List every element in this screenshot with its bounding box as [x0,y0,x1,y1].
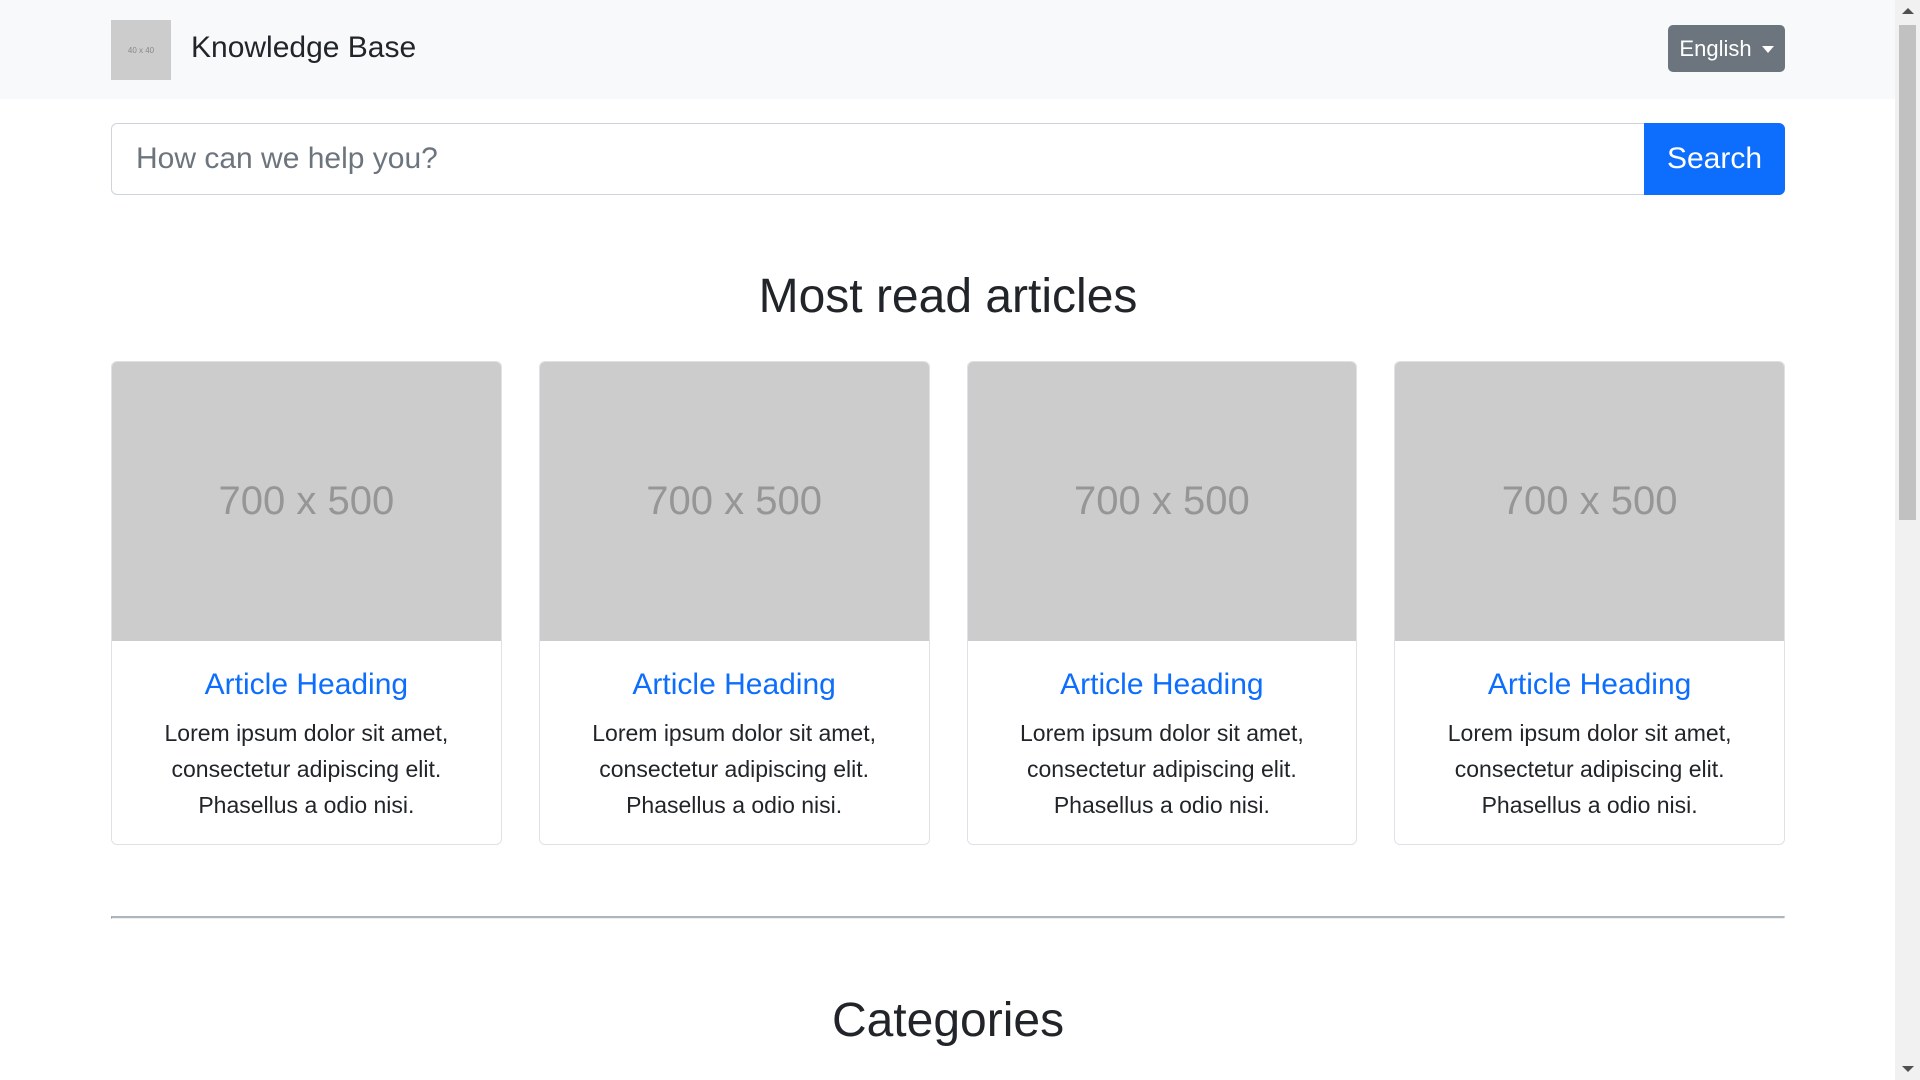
article-card-body: Article Heading Lorem ipsum dolor sit am… [1395,641,1784,823]
article-heading-link[interactable]: Article Heading [556,665,913,705]
search-input[interactable] [111,123,1644,195]
article-card-body: Article Heading Lorem ipsum dolor sit am… [112,641,501,823]
article-card[interactable]: 700 x 500 Article Heading Lorem ipsum do… [538,361,930,845]
article-image-placeholder: 700 x 500 [112,362,501,641]
navbar: 40 x 40 Knowledge Base English [0,0,1895,99]
brand-name[interactable]: Knowledge Base [191,28,416,68]
categories-heading: Categories [831,994,1065,1047]
article-heading-link[interactable]: Article Heading [128,665,485,705]
article-image-placeholder: 700 x 500 [967,362,1357,641]
search-group: Search [111,123,1785,195]
article-heading-link[interactable]: Article Heading [1411,665,1768,705]
language-dropdown-label: English [1679,35,1752,61]
language-dropdown-button[interactable]: English [1668,25,1785,72]
article-image-placeholder: 700 x 500 [1395,362,1784,641]
most-read-articles-heading: Most read articles [758,270,1138,323]
article-image-placeholder: 700 x 500 [539,362,929,641]
article-card-body: Article Heading Lorem ipsum dolor sit am… [540,641,929,823]
scroll-down-arrow-icon[interactable] [1902,1066,1914,1072]
brand-logo[interactable]: 40 x 40 [111,20,171,80]
article-summary: Lorem ipsum dolor sit amet, consectetur … [164,720,449,818]
article-card[interactable]: 700 x 500 Article Heading Lorem ipsum do… [966,361,1358,845]
vertical-scrollbar[interactable] [1895,0,1920,1080]
page: 40 x 40 Knowledge Base English Search Mo… [0,0,1920,1080]
article-heading-link[interactable]: Article Heading [984,665,1341,705]
scroll-up-arrow-icon[interactable] [1902,8,1914,14]
article-card[interactable]: 700 x 500 Article Heading Lorem ipsum do… [1394,361,1785,845]
article-card-body: Article Heading Lorem ipsum dolor sit am… [968,641,1357,823]
section-divider [111,916,1785,919]
search-button[interactable]: Search [1644,123,1785,195]
article-summary: Lorem ipsum dolor sit amet, consectetur … [1019,720,1304,818]
article-card[interactable]: 700 x 500 Article Heading Lorem ipsum do… [111,361,502,845]
article-card-list: 700 x 500 Article Heading Lorem ipsum do… [111,361,1785,845]
scrollbar-thumb[interactable] [1899,25,1916,520]
caret-down-icon [1761,46,1774,53]
article-summary: Lorem ipsum dolor sit amet, consectetur … [1447,720,1732,818]
article-summary: Lorem ipsum dolor sit amet, consectetur … [592,720,877,818]
